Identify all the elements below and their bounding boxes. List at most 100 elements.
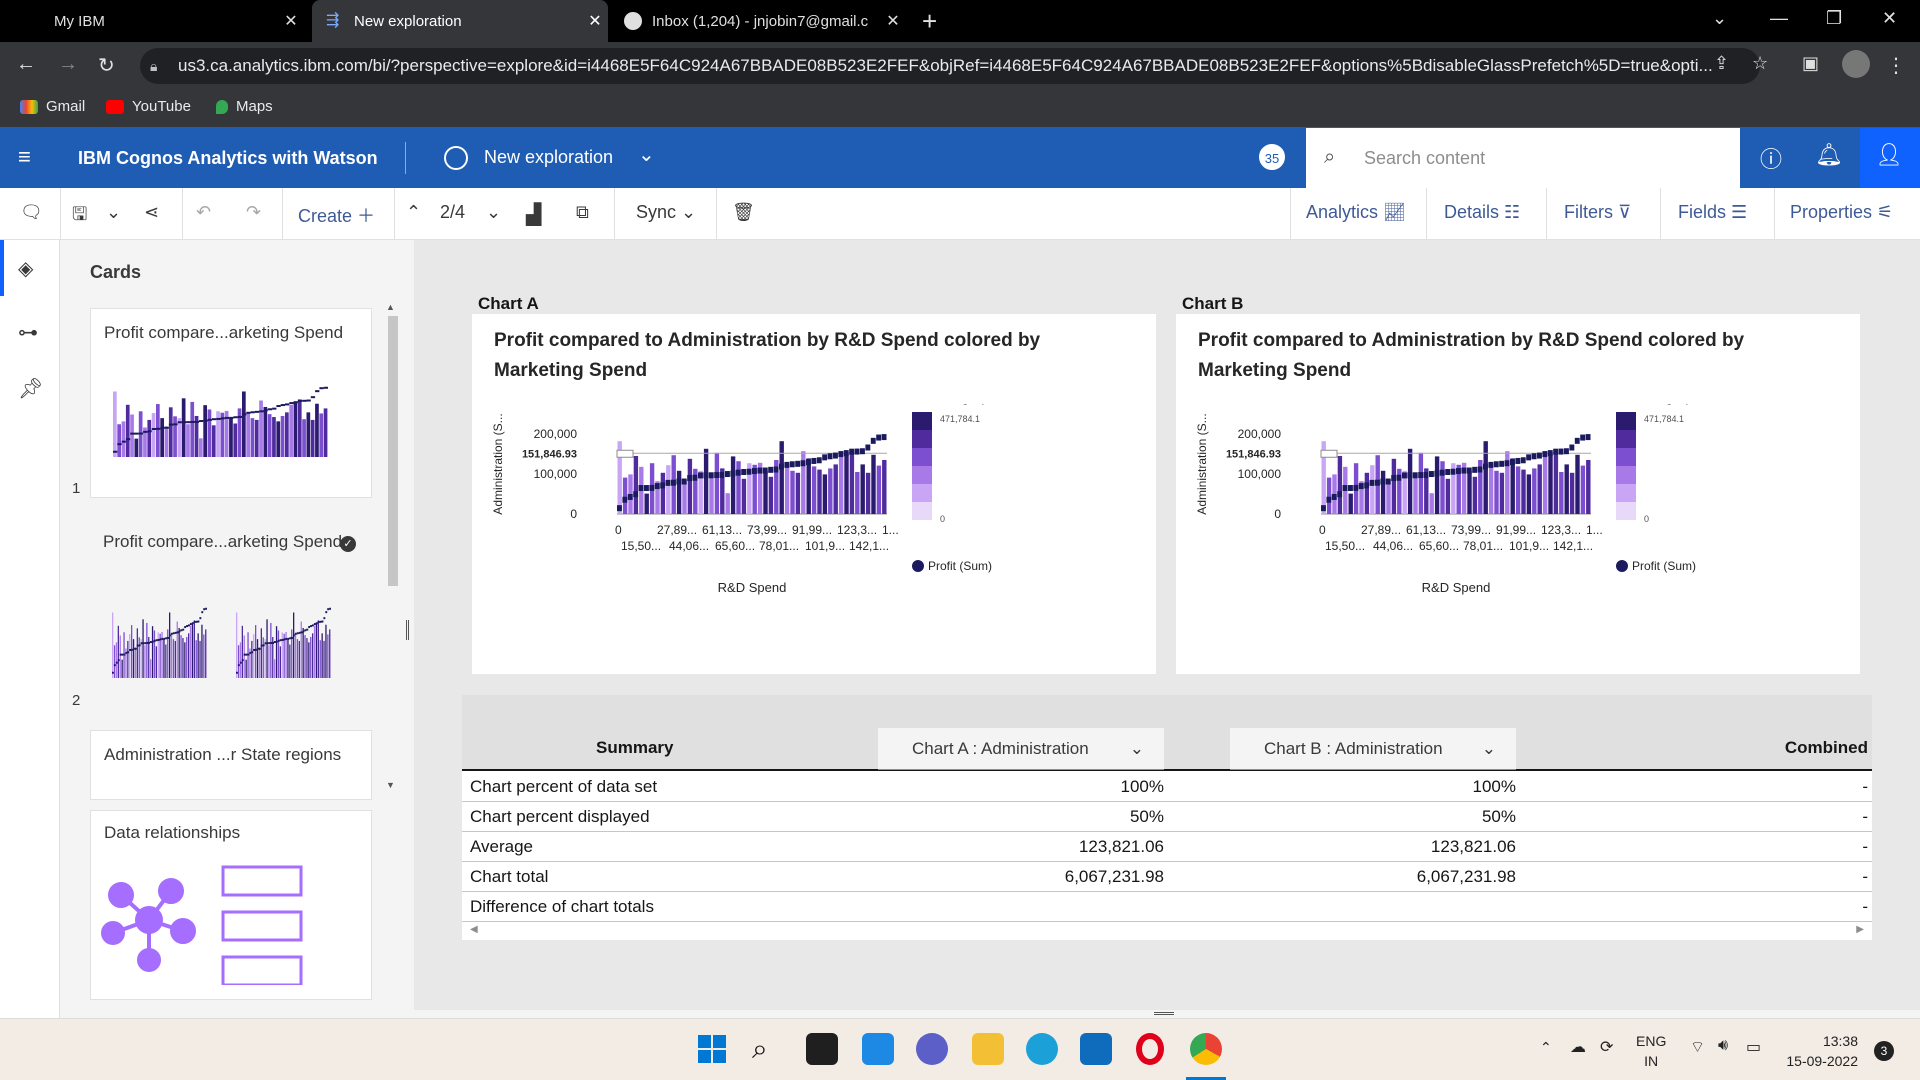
bar[interactable] bbox=[687, 458, 693, 514]
bar[interactable] bbox=[1326, 477, 1332, 514]
bar[interactable] bbox=[682, 480, 687, 514]
profit-point[interactable] bbox=[725, 471, 730, 478]
notification-count-badge[interactable]: 35 bbox=[1259, 144, 1285, 170]
chart-b-card[interactable]: Profit compared to Administration by R&D… bbox=[1176, 314, 1860, 674]
bar[interactable] bbox=[784, 464, 790, 514]
redo-icon[interactable]: ↷ bbox=[246, 202, 261, 223]
profit-point[interactable] bbox=[1483, 463, 1488, 470]
bar[interactable] bbox=[1526, 474, 1532, 514]
bar[interactable] bbox=[644, 493, 649, 514]
profit-point[interactable] bbox=[676, 478, 682, 485]
profit-point[interactable] bbox=[1574, 437, 1580, 444]
profit-point[interactable] bbox=[1499, 460, 1505, 467]
profit-point[interactable] bbox=[1358, 483, 1364, 490]
profit-point[interactable] bbox=[1580, 434, 1586, 441]
close-icon[interactable]: ✕ bbox=[880, 11, 906, 31]
star-icon[interactable]: ☆ bbox=[1752, 53, 1768, 74]
bar[interactable] bbox=[1559, 472, 1564, 514]
bar[interactable] bbox=[763, 470, 768, 514]
bar[interactable] bbox=[1553, 450, 1559, 514]
bar[interactable] bbox=[811, 466, 817, 514]
profit-point[interactable] bbox=[1418, 472, 1424, 479]
bar[interactable] bbox=[849, 450, 855, 514]
bar[interactable] bbox=[822, 474, 828, 514]
profit-point[interactable] bbox=[752, 468, 757, 475]
profit-point[interactable] bbox=[806, 459, 811, 466]
profit-point[interactable] bbox=[833, 452, 838, 459]
bell-icon[interactable]: 🔔︎ bbox=[1814, 142, 1844, 172]
bookmark-maps[interactable]: Maps bbox=[216, 98, 273, 115]
profit-point[interactable] bbox=[881, 434, 887, 441]
store-icon[interactable] bbox=[1080, 1033, 1112, 1065]
edge-icon[interactable] bbox=[1026, 1033, 1058, 1065]
back-icon[interactable]: ← bbox=[16, 53, 36, 76]
url-field[interactable]: us3.ca.analytics.ibm.com/bi/?perspective… bbox=[140, 48, 1760, 84]
profit-point[interactable] bbox=[1375, 479, 1380, 486]
profit-point[interactable] bbox=[1331, 493, 1337, 500]
tab-my-ibm[interactable]: My IBM ✕ bbox=[14, 0, 304, 42]
profit-point[interactable] bbox=[1364, 482, 1370, 489]
bar[interactable] bbox=[1586, 460, 1591, 514]
bar[interactable] bbox=[1380, 470, 1386, 514]
exploration-name[interactable]: New exploration bbox=[484, 147, 613, 168]
profit-point[interactable] bbox=[627, 493, 633, 500]
tab-new-exploration[interactable]: ⇶ New exploration ✕ bbox=[312, 0, 608, 42]
bar[interactable] bbox=[1499, 472, 1505, 514]
chart-a-column-dropdown[interactable]: Chart A : Administration ⌄ bbox=[878, 728, 1164, 770]
bar[interactable] bbox=[828, 468, 833, 514]
bar[interactable] bbox=[622, 477, 628, 514]
search-input[interactable]: Search content bbox=[1306, 128, 1740, 188]
profit-point[interactable] bbox=[1412, 472, 1418, 479]
bar[interactable] bbox=[1472, 476, 1478, 514]
card-2[interactable]: Profit compare...arketing Spend ✓ bbox=[90, 518, 372, 708]
hamburger-menu-icon[interactable]: ≡ bbox=[18, 144, 31, 170]
bar[interactable] bbox=[730, 456, 736, 514]
hierarchy-icon[interactable]: ⊶ bbox=[18, 320, 38, 345]
profit-point[interactable] bbox=[1510, 459, 1515, 466]
profit-point[interactable] bbox=[1407, 472, 1413, 479]
chevron-up-icon[interactable]: ⌃ bbox=[406, 202, 421, 223]
profit-point[interactable] bbox=[1434, 470, 1440, 477]
profit-point[interactable] bbox=[1515, 457, 1521, 464]
bar[interactable] bbox=[768, 476, 774, 514]
bar[interactable] bbox=[833, 464, 838, 514]
bar[interactable] bbox=[806, 458, 811, 514]
filters-button[interactable]: Filters ⊽ bbox=[1564, 202, 1631, 223]
bar[interactable] bbox=[882, 460, 887, 514]
card-3[interactable]: Administration ...r State regions bbox=[90, 730, 372, 800]
profit-point[interactable] bbox=[800, 460, 806, 467]
profit-point[interactable] bbox=[854, 448, 860, 455]
profit-point[interactable] bbox=[865, 444, 871, 451]
compare-view-icon[interactable]: ⧉ bbox=[576, 202, 589, 223]
card-1[interactable]: Profit compare...arketing Spend bbox=[90, 308, 372, 498]
analytics-button[interactable]: Analytics 📈︎ bbox=[1306, 202, 1406, 223]
profit-point[interactable] bbox=[730, 470, 736, 477]
chevron-down-icon[interactable]: ⌄ bbox=[638, 142, 655, 167]
profit-point[interactable] bbox=[1423, 472, 1429, 479]
search-icon[interactable]: ⌕ bbox=[752, 1033, 784, 1065]
profit-point[interactable] bbox=[719, 472, 725, 479]
profit-point[interactable] bbox=[708, 472, 714, 479]
bar[interactable] bbox=[1548, 452, 1553, 514]
bar[interactable] bbox=[871, 454, 876, 514]
profit-point[interactable] bbox=[827, 453, 833, 460]
help-icon[interactable]: ⓘ bbox=[1756, 142, 1786, 172]
profit-point[interactable] bbox=[1402, 472, 1407, 479]
profit-point[interactable] bbox=[849, 448, 855, 455]
profit-point[interactable] bbox=[649, 484, 655, 491]
bookmark-gmail[interactable]: Gmail bbox=[20, 98, 85, 115]
bar[interactable] bbox=[714, 452, 720, 514]
forward-icon[interactable]: → bbox=[58, 53, 78, 76]
language-indicator[interactable]: ENG IN bbox=[1636, 1031, 1666, 1071]
profit-point[interactable] bbox=[811, 457, 817, 464]
profit-point[interactable] bbox=[795, 460, 801, 467]
profile-avatar[interactable] bbox=[1842, 50, 1870, 78]
wifi-icon[interactable]: ⌔ bbox=[1690, 1037, 1705, 1057]
profit-point[interactable] bbox=[617, 505, 622, 512]
profit-point[interactable] bbox=[1526, 454, 1532, 461]
bar[interactable] bbox=[1515, 466, 1521, 514]
profit-point[interactable] bbox=[1585, 434, 1591, 441]
panel-splitter[interactable] bbox=[404, 240, 414, 1018]
cards-icon[interactable]: ◈ bbox=[18, 256, 33, 281]
bar[interactable] bbox=[1542, 456, 1548, 514]
